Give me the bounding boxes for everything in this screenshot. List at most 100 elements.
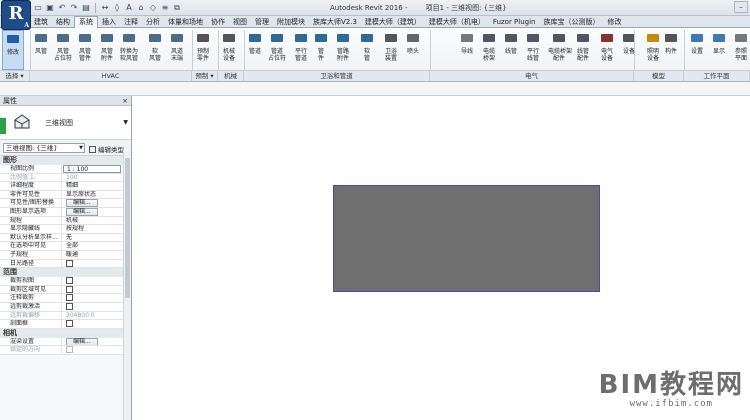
property-value[interactable]: 按规程 [63,225,121,233]
tab-5[interactable]: 分析 [142,17,164,28]
ribbon-panel-label-5[interactable]: 电气 [430,70,634,81]
redo-icon[interactable]: ↷ [69,3,79,13]
ribbon-tool-cable-tray-fitting[interactable]: 电缆桥架 配件 [548,30,572,70]
scrollbar-thumb[interactable] [125,158,130,298]
application-menu-button[interactable]: R A [2,1,30,29]
tab-14[interactable]: Fuzor Plugin [489,17,540,28]
property-group-header[interactable]: 相机« [0,328,131,338]
ribbon-tool-parallel-conduits[interactable]: 平行 线管 [522,30,544,70]
project-browser-tab[interactable] [0,118,6,134]
property-checkbox[interactable] [66,320,73,328]
ribbon-tool-duct[interactable]: 风管 [30,30,52,70]
property-value[interactable] [63,285,121,294]
save-icon[interactable]: ▣ [45,3,55,13]
model-element[interactable] [333,185,600,292]
property-value[interactable]: 编辑... [63,199,121,207]
tab-13[interactable]: 建模大师（机电） [425,17,489,28]
property-value[interactable]: 机械 [63,217,121,225]
property-checkbox[interactable] [66,259,73,267]
ribbon-panel-label-3[interactable]: 机械 [218,70,244,81]
ribbon-tool-flex-duct[interactable]: 软风管 [144,30,166,70]
edit-button[interactable]: 编辑... [66,199,98,207]
tab-2[interactable]: 系统 [74,16,98,28]
ribbon-tool-settings[interactable]: 设置 [686,30,708,70]
ribbon-tool-duct-placeholder[interactable]: 风管 占位符 [52,30,74,70]
property-value[interactable]: 编辑... [63,207,121,216]
ribbon-tool-convert-flex[interactable]: 转换为 软风管 [118,30,140,70]
type-selector[interactable]: 三维视图 ▼ [0,106,131,140]
property-checkbox[interactable] [66,277,73,285]
property-value[interactable] [63,277,121,285]
property-checkbox[interactable] [66,302,73,310]
minimize-button[interactable]: – [734,1,748,13]
ribbon-tool-air-terminal[interactable]: 风道 末端 [166,30,188,70]
undo-icon[interactable]: ↶ [57,3,67,13]
thin-lines-icon[interactable]: ≡ [160,3,170,13]
property-value[interactable] [63,346,121,354]
ribbon-panel-label-7[interactable]: 工作平面 [684,70,750,81]
property-value[interactable]: 全部 [63,242,121,250]
property-checkbox[interactable] [66,285,73,293]
ribbon-panel-label-2[interactable]: 预制 ▾ [192,70,218,81]
ribbon-tool-duct-fitting[interactable]: 风管 管件 [74,30,96,70]
property-value[interactable]: 无 [63,234,121,242]
tab-8[interactable]: 视图 [229,17,251,28]
property-group-header[interactable]: 图形« [0,156,131,165]
tab-1[interactable]: 结构 [52,17,74,28]
ribbon-tool-pipe-accessory[interactable]: 管路 附件 [332,30,354,70]
tab-9[interactable]: 管理 [251,17,273,28]
ribbon-tool-parallel-pipes[interactable]: 平行 管道 [290,30,312,70]
print-icon[interactable]: ▤ [81,3,91,13]
property-value[interactable]: 编辑... [63,337,121,346]
ribbon-tool-cable-tray[interactable]: 电缆 桥架 [478,30,500,70]
edit-button[interactable]: 编辑... [66,337,98,346]
tab-10[interactable]: 附加模块 [273,17,309,28]
ribbon-panel-label-0[interactable]: 选择 ▾ [0,70,30,81]
property-value[interactable]: 1 : 100 [63,165,121,173]
text-icon[interactable]: A [124,3,134,13]
ribbon-tool-component[interactable]: 构件 [660,30,682,70]
tab-4[interactable]: 注释 [120,17,142,28]
property-value[interactable]: 显示原状态 [63,191,121,199]
measure-icon[interactable]: ↔ [100,3,110,13]
tab-11[interactable]: 族库大师V2.3 [309,17,361,28]
tag-icon[interactable]: ◊ [112,3,122,13]
3d-view-icon[interactable]: ⌂ [136,3,146,13]
ribbon-tool-modify-cursor[interactable]: 修改 [2,30,24,70]
tab-7[interactable]: 协作 [207,17,229,28]
ribbon-tool-plumbing-fixture[interactable]: 卫浴 装置 [380,30,402,70]
ribbon-tool-wire[interactable]: 导线 [456,30,478,70]
section-icon[interactable]: ◇ [148,3,158,13]
instance-selector[interactable]: 三维视图: {三维} ▼ [3,143,85,153]
tab-12[interactable]: 建模大师（建筑） [361,17,425,28]
ribbon-tool-pipe-fitting[interactable]: 管件 [310,30,332,70]
tab-0[interactable]: 建筑 [30,17,52,28]
chevron-down-icon[interactable]: ▼ [123,119,128,126]
property-value[interactable] [63,259,121,268]
ribbon-tool-duct-accessory[interactable]: 风管 附件 [96,30,118,70]
ribbon-panel-label-1[interactable]: HVAC [30,70,192,81]
ribbon-panel-label-6[interactable]: 模型 [634,70,684,81]
close-hidden-icon[interactable]: ⧉ [172,3,182,13]
edit-button[interactable]: 编辑... [66,207,98,216]
ribbon-tool-device[interactable]: 设备 [618,30,640,70]
ribbon-tool-pipe-placeholder[interactable]: 管道 占位符 [266,30,288,70]
edit-type-button[interactable]: 编辑类型 [89,144,124,154]
property-value[interactable] [63,320,121,328]
ribbon-tool-fabrication-part[interactable]: 预制 零件 [192,30,214,70]
tab-15[interactable]: 族库宝（公测版） [540,17,604,28]
close-icon[interactable]: × [122,96,128,106]
property-value[interactable]: 暖通 [63,251,121,259]
property-value[interactable] [63,302,121,311]
property-checkbox[interactable] [66,294,73,302]
ribbon-tool-flex-pipe[interactable]: 软管 [356,30,378,70]
ribbon-tool-conduit[interactable]: 线管 [500,30,522,70]
ribbon-tool-sprinkler[interactable]: 喷头 [402,30,424,70]
ribbon-tool-conduit-fitting[interactable]: 线管 配件 [572,30,594,70]
property-value[interactable]: 精细 [63,182,121,190]
tab-3[interactable]: 插入 [98,17,120,28]
properties-scrollbar[interactable] [123,152,131,420]
ribbon-tool-mechanical-equipment[interactable]: 机械 设备 [218,30,240,70]
tab-6[interactable]: 体量和场地 [164,17,207,28]
property-value[interactable] [63,294,121,302]
